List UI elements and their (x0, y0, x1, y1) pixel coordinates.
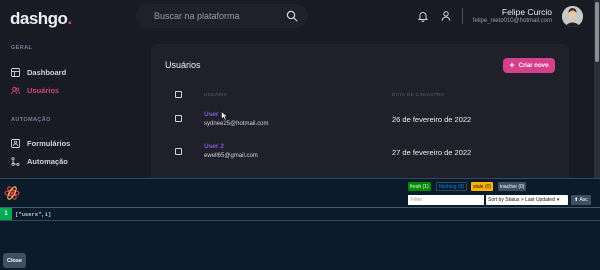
logo-text: dashgo (10, 9, 68, 28)
select-all-checkbox[interactable] (175, 91, 182, 98)
app-window: dashgo. Felipe Curcio felipe_nieto010@ho… (0, 0, 594, 178)
user-email: felipe_nieto010@hotmail.com (472, 18, 552, 24)
user-name: Felipe Curcio (501, 7, 552, 17)
logo: dashgo. (10, 9, 72, 29)
create-user-button[interactable]: + Criar novo (503, 58, 555, 73)
git-merge-icon (11, 157, 20, 166)
sidebar-item-users[interactable]: Usuários (11, 86, 59, 95)
logo-dot: . (67, 9, 72, 28)
search-icon[interactable] (286, 10, 298, 22)
fresh-badge: fresh (1) (408, 182, 431, 191)
sidebar-item-label: Automação (27, 157, 68, 166)
sort-direction-button[interactable]: ⬆ Asc (571, 195, 591, 205)
sidebar-item-label: Usuários (27, 86, 60, 95)
plus-icon: + (509, 60, 515, 70)
scrollbar-thumb[interactable] (595, 2, 599, 62)
react-query-devtools: fresh (1) fetching (0) stale (0) inactiv… (0, 178, 600, 270)
user-email: sydnee25@hotmail.com (204, 121, 269, 127)
sort-select-value: Sort by Status > Last Updated (488, 197, 555, 203)
avatar[interactable] (562, 6, 583, 27)
react-query-logo-icon[interactable] (4, 185, 20, 201)
page-title: Usuários (165, 60, 201, 70)
user-add-icon[interactable] (440, 10, 452, 22)
sidebar-section-title: GERAL (11, 45, 33, 51)
user-created-date: 26 de fevereiro de 2022 (392, 115, 472, 124)
create-user-label: Criar novo (518, 62, 549, 69)
user-email: ewell65@gmail.com (204, 153, 258, 159)
page-scrollbar[interactable] (594, 0, 600, 178)
query-key: ["users",1] (15, 211, 52, 218)
header-divider (462, 8, 463, 24)
chevron-down-icon: ▾ (556, 197, 560, 203)
column-header-user: USUÁRIO (204, 92, 228, 97)
sidebar-item-label: Dashboard (27, 68, 67, 77)
sidebar-item-automation[interactable]: Automação (11, 157, 68, 166)
sidebar-section-title: AUTOMAÇÃO (11, 117, 51, 123)
stale-badge: stale (0) (471, 182, 494, 191)
users-icon (11, 86, 20, 95)
fetching-badge: fetching (0) (436, 182, 468, 191)
sidebar-item-label: Formulários (27, 139, 71, 148)
mouse-cursor-icon (221, 111, 229, 121)
sidebar-item-forms[interactable]: Formulários (11, 139, 70, 148)
inactive-badge: inactive (0) (498, 182, 527, 191)
row-checkbox[interactable] (175, 148, 182, 155)
close-devtools-button[interactable]: Close (3, 253, 26, 268)
form-icon (11, 139, 20, 148)
search-bar (136, 4, 308, 28)
user-created-date: 27 de fevereiro de 2022 (392, 148, 472, 157)
notification-bell-icon[interactable] (417, 10, 429, 22)
sidebar-item-dashboard[interactable]: Dashboard (11, 68, 66, 77)
query-row[interactable]: 1 ["users",1] (0, 208, 600, 221)
devtools-toolbar: fresh (1) fetching (0) stale (0) inactiv… (0, 179, 600, 208)
dashboard-icon (11, 68, 20, 77)
sort-select[interactable]: Sort by Status > Last Updated ▾ (486, 195, 568, 205)
search-input[interactable] (154, 9, 284, 23)
query-filter-input[interactable] (408, 195, 484, 205)
column-header-created: DATA DE CADASTRO (392, 92, 445, 97)
user-name-link[interactable]: User 2 (204, 143, 224, 150)
query-observer-count: 1 (0, 208, 12, 220)
users-card: Usuários + Criar novo USUÁRIO DATA DE CAD… (151, 44, 569, 178)
row-checkbox[interactable] (175, 115, 182, 122)
